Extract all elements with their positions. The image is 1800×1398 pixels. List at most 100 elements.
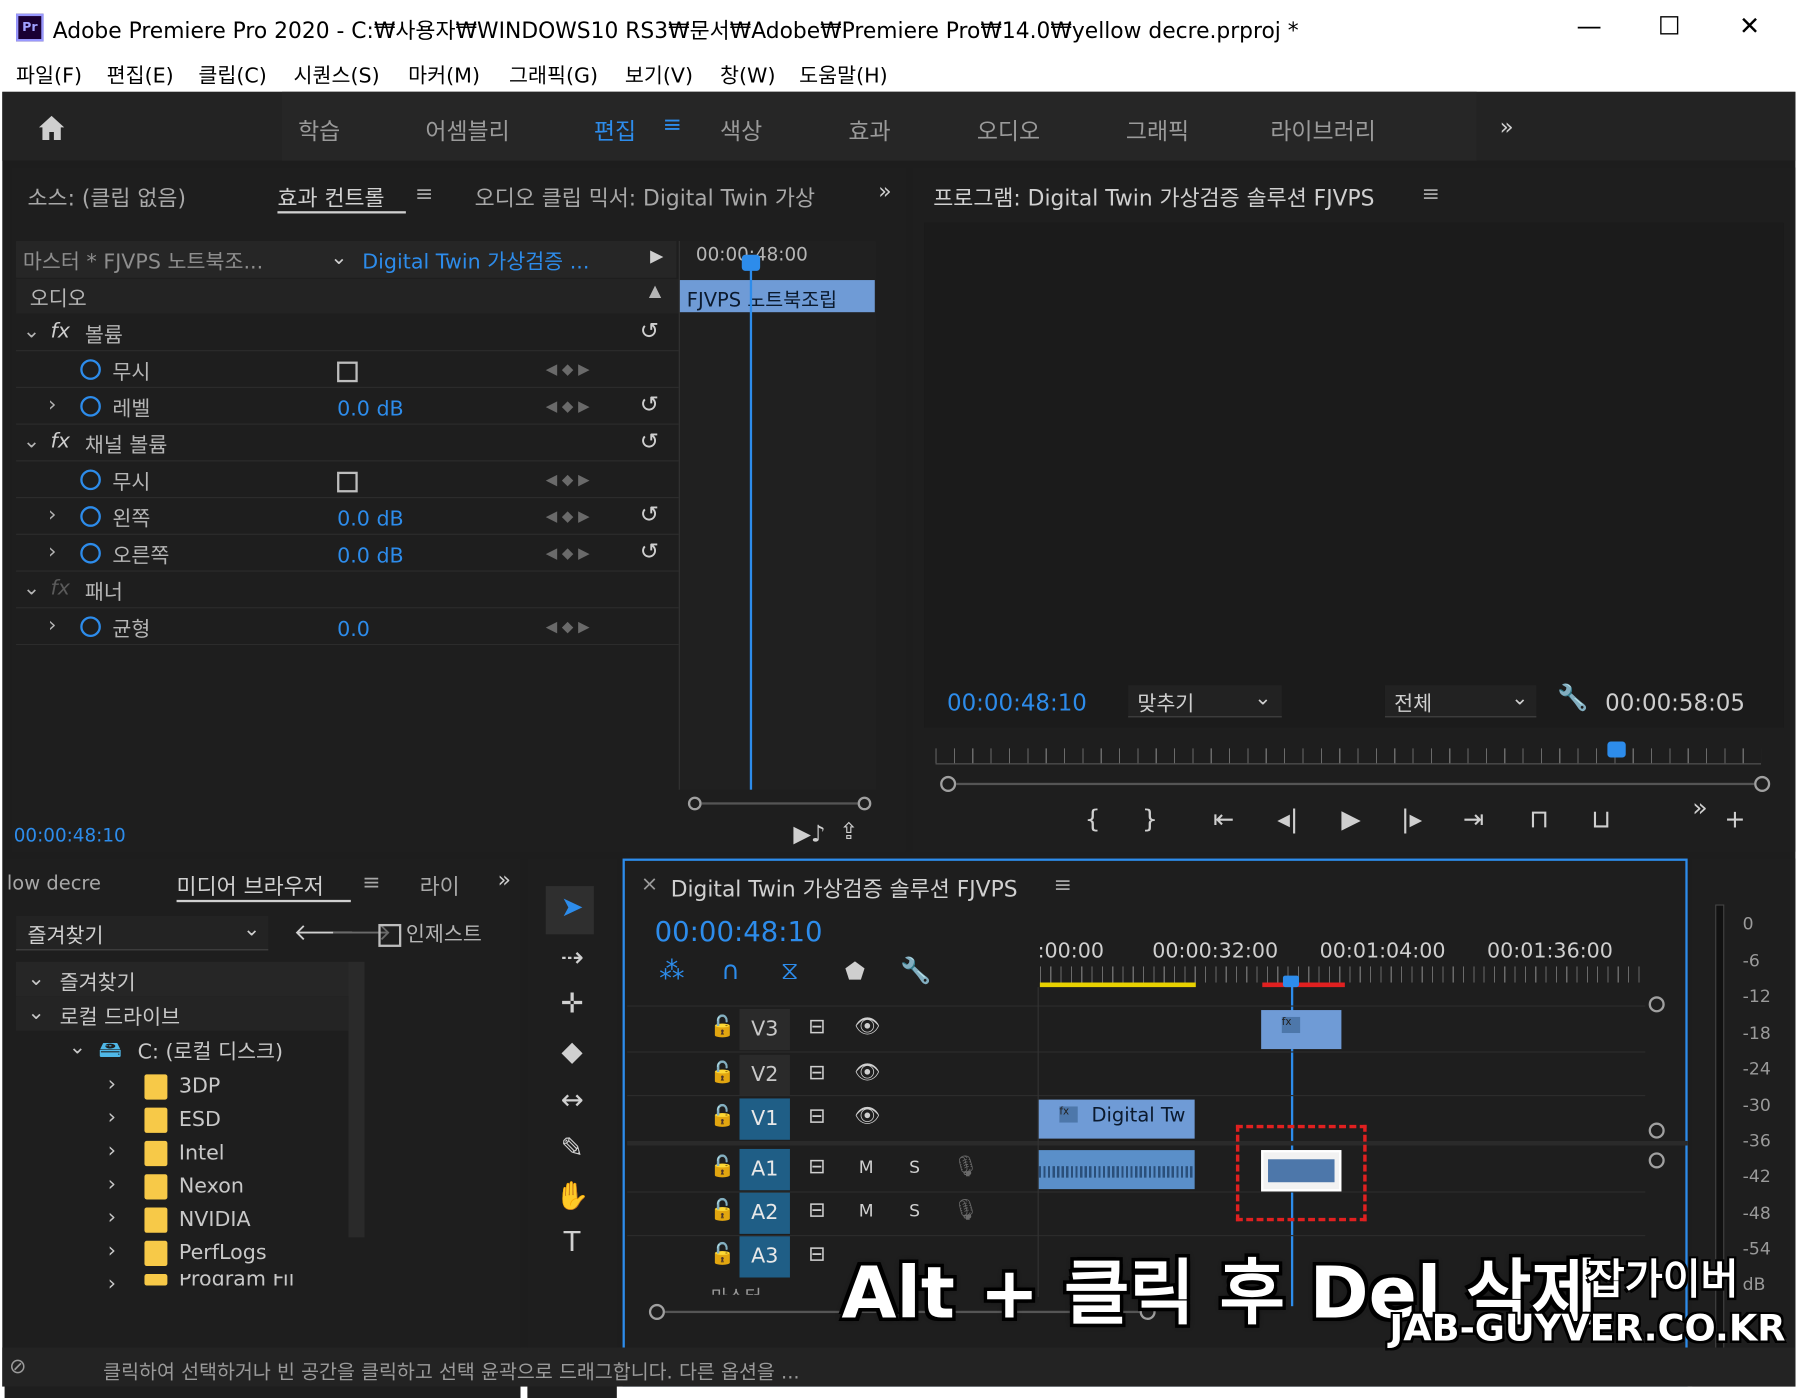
chevron-right-icon[interactable]: ›	[108, 1105, 116, 1129]
track-v1-toggle[interactable]: V1	[739, 1098, 790, 1140]
sync-lock-icon[interactable]: ⊟	[808, 1104, 825, 1128]
level-value[interactable]: 0.0 dB	[337, 397, 404, 421]
lock-icon[interactable]: 🔓	[710, 1198, 736, 1222]
ws-graphics[interactable]: 그래픽	[1126, 112, 1189, 145]
tree-label-c-drive[interactable]: C: (로컬 디스크)	[138, 1035, 284, 1065]
minimize-button[interactable]: —	[1555, 5, 1624, 51]
bypass-checkbox[interactable]	[337, 471, 358, 493]
clip-a1[interactable]	[1038, 1150, 1195, 1190]
chevron-right-icon[interactable]: ›	[48, 393, 56, 417]
ws-color[interactable]: 색상	[720, 112, 762, 145]
menu-view[interactable]: 보기(V)	[625, 60, 693, 90]
keyframe-nav-icon[interactable]: ◀ ◆ ▶	[546, 398, 590, 415]
timeline-timecode[interactable]: 00:00:48:10	[655, 916, 823, 948]
chevron-down-icon[interactable]: ⌄	[330, 246, 347, 270]
lift-icon[interactable]: ⊓	[1529, 806, 1549, 835]
chevron-right-icon[interactable]: ›	[48, 503, 56, 527]
pen-tool-icon[interactable]: ✎	[546, 1132, 599, 1164]
keyframe-nav-icon[interactable]: ◀ ◆ ▶	[546, 508, 590, 525]
ws-effects[interactable]: 효과	[848, 112, 890, 145]
eye-icon[interactable]: 👁	[854, 1061, 880, 1085]
track-select-tool-icon[interactable]: ⇢	[546, 941, 599, 973]
track-v3-toggle[interactable]: V3	[739, 1008, 790, 1051]
program-title[interactable]: 프로그램: Digital Twin 가상검증 솔루션 FJVPS	[933, 181, 1374, 212]
transport-more-icon[interactable]: »	[1692, 794, 1707, 823]
tab-effect-controls[interactable]: 효과 컨트롤	[277, 181, 384, 212]
reset-icon[interactable]: ↺	[640, 390, 659, 418]
timeline-menu-icon[interactable]: ≡	[1054, 872, 1072, 897]
playhead-handle[interactable]	[741, 254, 761, 271]
mute-button[interactable]: M	[859, 1201, 874, 1222]
chevron-right-icon[interactable]: ›	[108, 1272, 116, 1296]
sequence-clip-label[interactable]: Digital Twin 가상검증 ...	[362, 246, 589, 276]
right-value[interactable]: 0.0 dB	[337, 544, 404, 568]
folder-intel[interactable]: Intel	[179, 1141, 225, 1165]
ws-more-icon[interactable]: »	[1500, 112, 1514, 140]
mark-in-icon[interactable]: {	[1085, 806, 1101, 835]
menu-sequence[interactable]: 시퀀스(S)	[294, 60, 380, 90]
scroll-handle-left[interactable]	[687, 796, 702, 811]
ws-libraries[interactable]: 라이브러리	[1270, 112, 1375, 145]
wrench-icon[interactable]: 🔧	[1557, 684, 1588, 713]
stopwatch-icon[interactable]	[80, 469, 101, 491]
menu-clip[interactable]: 클립(C)	[198, 60, 266, 90]
mic-icon[interactable]: 🎙	[953, 1155, 979, 1179]
ws-learn[interactable]: 학습	[298, 112, 340, 145]
chevron-right-icon[interactable]: ›	[48, 613, 56, 637]
extract-icon[interactable]: ⊔	[1591, 806, 1611, 835]
eye-icon[interactable]: 👁	[854, 1015, 880, 1039]
ws-assembly[interactable]: 어셈블리	[425, 112, 509, 145]
stopwatch-icon[interactable]	[80, 506, 101, 527]
chevron-down-icon[interactable]: ⌄	[23, 429, 40, 453]
go-to-out-icon[interactable]: ⇥	[1463, 806, 1484, 835]
tab-source[interactable]: 소스: (클립 없음)	[28, 181, 186, 212]
tab-project[interactable]: low decre	[7, 872, 101, 895]
go-to-in-icon[interactable]: ⇤	[1213, 806, 1234, 835]
close-button[interactable]: ✕	[1715, 5, 1784, 51]
sync-lock-icon[interactable]: ⊟	[808, 1198, 825, 1222]
timeline-ruler[interactable]: :00:00 00:00:32:00 00:01:04:00 00:01:36:…	[1038, 907, 1676, 990]
chevron-down-icon[interactable]: ⌄	[23, 319, 40, 343]
ingest-checkbox[interactable]	[378, 923, 402, 947]
keyframe-nav-icon[interactable]: ◀ ◆ ▶	[546, 619, 590, 636]
track-a2-toggle[interactable]: A2	[739, 1192, 790, 1234]
stopwatch-icon[interactable]	[80, 395, 101, 417]
track-a3-toggle[interactable]: A3	[739, 1236, 790, 1278]
step-back-icon[interactable]: ◂|	[1277, 806, 1298, 835]
reset-icon[interactable]: ↺	[640, 537, 659, 565]
maximize-button[interactable]: ☐	[1635, 5, 1704, 51]
chevron-down-icon[interactable]: ⌄	[23, 576, 40, 600]
fx-icon[interactable]: fx	[50, 429, 69, 453]
chevron-right-icon[interactable]: ›	[108, 1205, 116, 1229]
menu-marker[interactable]: 마커(M)	[408, 60, 480, 90]
sync-lock-icon[interactable]: ⊟	[808, 1242, 825, 1266]
ripple-edit-tool-icon[interactable]: ✛	[546, 987, 599, 1019]
folder-program-files[interactable]: Program Fil	[179, 1274, 294, 1285]
tab-menu-icon[interactable]: ≡	[415, 181, 433, 206]
fx-icon[interactable]: fx	[50, 319, 69, 343]
mute-button[interactable]: M	[859, 1157, 874, 1178]
fx-icon[interactable]: fx	[50, 576, 69, 600]
add-marker-icon[interactable]: ⬟	[845, 957, 865, 985]
program-zoom-bar[interactable]	[940, 775, 1771, 792]
reset-icon[interactable]: ↺	[640, 500, 659, 528]
resolution-select[interactable]: 전체 ⌄	[1384, 685, 1537, 718]
video-audio-divider[interactable]	[627, 1140, 1688, 1146]
play-icon[interactable]: ▶	[1341, 806, 1360, 835]
zoom-handle-right[interactable]	[1754, 775, 1771, 792]
export-icon[interactable]: ⇪	[839, 817, 858, 845]
sync-lock-icon[interactable]: ⊟	[808, 1155, 825, 1179]
type-tool-icon[interactable]: T	[546, 1226, 599, 1258]
play-triangle-icon[interactable]: ▶	[650, 246, 663, 267]
ws-audio[interactable]: 오디오	[977, 112, 1040, 145]
effect-controls-timecode[interactable]: 00:00:48:10	[14, 824, 126, 846]
reset-icon[interactable]: ↺	[640, 317, 659, 345]
lock-icon[interactable]: 🔓	[710, 1015, 736, 1039]
stopwatch-icon[interactable]	[80, 542, 101, 564]
v-scroll-handle[interactable]	[1648, 1122, 1665, 1139]
ws-editing[interactable]: 편집	[594, 112, 636, 145]
play-audio-icon[interactable]: ▶♪	[793, 820, 825, 848]
fit-select[interactable]: 맞추기 ⌄	[1128, 685, 1282, 718]
solo-button[interactable]: S	[909, 1201, 920, 1222]
zoom-handle-left[interactable]	[940, 775, 957, 792]
